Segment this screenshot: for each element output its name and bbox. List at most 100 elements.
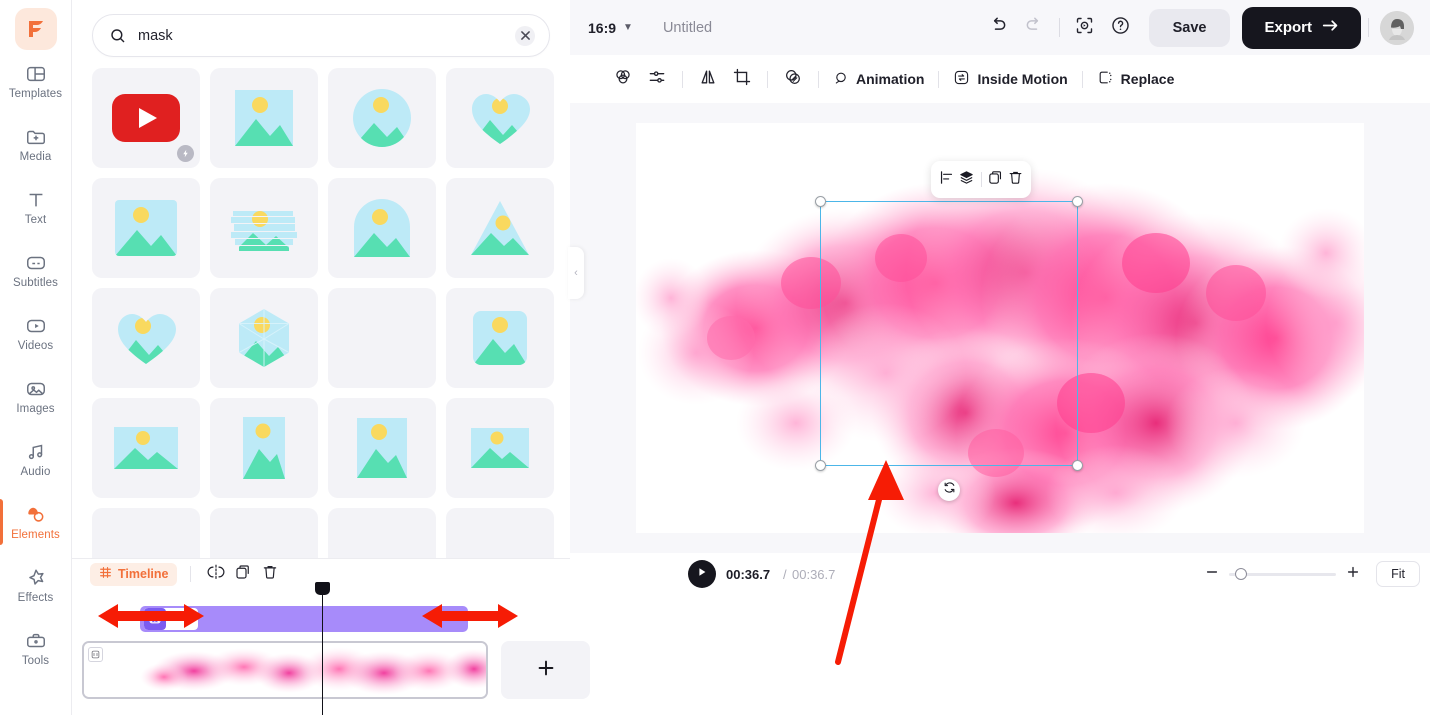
sidebar-item-effects[interactable]: Effects (0, 554, 72, 617)
duplicate-button[interactable] (985, 167, 1005, 192)
media-folder-plus-icon (25, 126, 47, 148)
triangle-mask-icon (471, 201, 529, 255)
resize-handle-bottom-right[interactable] (1072, 460, 1083, 471)
grid-item-portrait-mask[interactable] (328, 398, 436, 498)
text-t-icon (25, 189, 47, 211)
grid-item-tall-rect-mask[interactable] (210, 398, 318, 498)
minus-icon (1205, 565, 1219, 584)
clear-search-icon[interactable] (515, 25, 535, 46)
inside-motion-icon (953, 69, 970, 89)
star-burst-icon (25, 567, 47, 589)
grid-item-youtube-play-mask[interactable] (92, 68, 200, 168)
screen-record-button[interactable] (1067, 10, 1103, 46)
animation-button[interactable]: Animation (827, 64, 930, 94)
search-bar[interactable] (92, 14, 550, 57)
timeline-tab[interactable]: Timeline (90, 562, 178, 586)
zoom-in-button[interactable] (1340, 561, 1366, 587)
inside-motion-button[interactable]: Inside Motion (947, 64, 1073, 94)
grid-item-circle-mask[interactable] (328, 68, 436, 168)
project-title[interactable]: Untitled (663, 20, 712, 36)
sidebar-item-audio[interactable]: Audio (0, 428, 72, 491)
sidebar-item-images[interactable]: Images (0, 365, 72, 428)
playback-bar: 00:36.7 / 00:36.7 Fit (570, 553, 1430, 595)
sidebar-item-subtitles[interactable]: Subtitles (0, 239, 72, 302)
clip-filmstrip (84, 643, 486, 697)
crop-button[interactable] (725, 64, 759, 94)
grid-item-rounded-rect-mask[interactable] (446, 288, 554, 388)
rotate-handle[interactable] (938, 479, 960, 501)
app-logo[interactable] (14, 8, 57, 50)
canvas-area (570, 103, 1430, 553)
video-stage[interactable] (636, 123, 1364, 533)
sidebar-item-videos[interactable]: Videos (0, 302, 72, 365)
sidebar-item-elements[interactable]: Elements (0, 491, 72, 554)
grid-item-square-mask[interactable] (210, 68, 318, 168)
zoom-slider-handle[interactable] (1235, 568, 1248, 580)
flower-clip-thumb (166, 608, 196, 630)
inside-motion-label: Inside Motion (977, 71, 1068, 87)
wide-rect-mask-icon (114, 427, 178, 469)
resize-handle-bottom-left[interactable] (815, 460, 826, 471)
sidebar-item-text[interactable]: Text (0, 176, 72, 239)
align-left-icon (938, 169, 955, 191)
redo-button[interactable] (1016, 10, 1052, 46)
grid-item-hexagon-gem-mask[interactable] (210, 288, 318, 388)
layers-button[interactable] (957, 167, 977, 192)
sidebar-item-templates[interactable]: Templates (0, 50, 72, 113)
timeline-sticker-clip[interactable] (140, 606, 468, 632)
avatar[interactable] (1380, 10, 1414, 45)
zoom-slider[interactable] (1229, 568, 1337, 580)
mask-icon (783, 67, 803, 92)
heart-mask-icon (118, 314, 176, 364)
delete-button[interactable] (256, 562, 283, 586)
sidebar-item-tools[interactable]: Tools (0, 617, 72, 680)
color-filter-button[interactable] (606, 64, 640, 94)
grid-item-flower-mask[interactable] (328, 288, 436, 388)
help-button[interactable] (1103, 10, 1139, 46)
flip-button[interactable] (691, 64, 725, 94)
left-sidebar: Templates Media Text Subtitles Videos Im… (0, 0, 72, 715)
toolbar-divider (682, 70, 683, 88)
selection-bounding-box[interactable] (815, 196, 1083, 501)
search-input[interactable] (138, 27, 515, 44)
grid-item-arch-mask[interactable] (328, 178, 436, 278)
collapse-panel-button[interactable]: ‹ (568, 247, 584, 299)
zoom-out-button[interactable] (1199, 561, 1225, 587)
playhead[interactable] (315, 582, 330, 715)
add-media-button[interactable] (501, 641, 590, 699)
youtube-icon (112, 94, 180, 142)
mask-button[interactable] (776, 64, 810, 94)
grid-item-triangle-mask[interactable] (446, 178, 554, 278)
grid-item-rounded-square-mask[interactable] (92, 178, 200, 278)
save-button[interactable]: Save (1148, 8, 1231, 47)
grid-item-mask-row5-b[interactable] (210, 508, 318, 558)
replace-button[interactable]: Replace (1091, 64, 1181, 94)
split-button[interactable] (202, 562, 229, 586)
replace-icon (1097, 69, 1114, 89)
toolbar-divider-4 (938, 70, 940, 88)
brush-stroke-mask-icon (231, 211, 297, 251)
trash-icon (1007, 169, 1024, 191)
grid-item-mask-row5-d[interactable] (446, 508, 554, 558)
aspect-ratio-selector[interactable]: 16:9 ▼ (588, 20, 633, 36)
undo-button[interactable] (980, 10, 1016, 46)
grid-item-mask-row5-c[interactable] (328, 508, 436, 558)
delete-button[interactable] (1005, 167, 1025, 192)
fit-button[interactable]: Fit (1376, 561, 1420, 587)
grid-item-heart-mask[interactable] (446, 68, 554, 168)
grid-item-brush-stroke-mask[interactable] (210, 178, 318, 278)
grid-item-wide-rect-mask[interactable] (92, 398, 200, 498)
grid-item-mask-row5-a[interactable] (92, 508, 200, 558)
duplicate-button[interactable] (229, 562, 256, 586)
resize-handle-top-right[interactable] (1072, 196, 1083, 207)
adjust-button[interactable] (640, 64, 674, 94)
play-button[interactable] (688, 560, 716, 588)
grid-item-heart-mask-2[interactable] (92, 288, 200, 388)
header-divider-2 (1368, 18, 1369, 37)
sidebar-item-media[interactable]: Media (0, 113, 72, 176)
resize-handle-top-left[interactable] (815, 196, 826, 207)
timeline-main-clip[interactable] (82, 641, 488, 699)
export-button[interactable]: Export (1242, 6, 1361, 49)
grid-item-landscape-mask[interactable] (446, 398, 554, 498)
align-button[interactable] (937, 167, 957, 192)
